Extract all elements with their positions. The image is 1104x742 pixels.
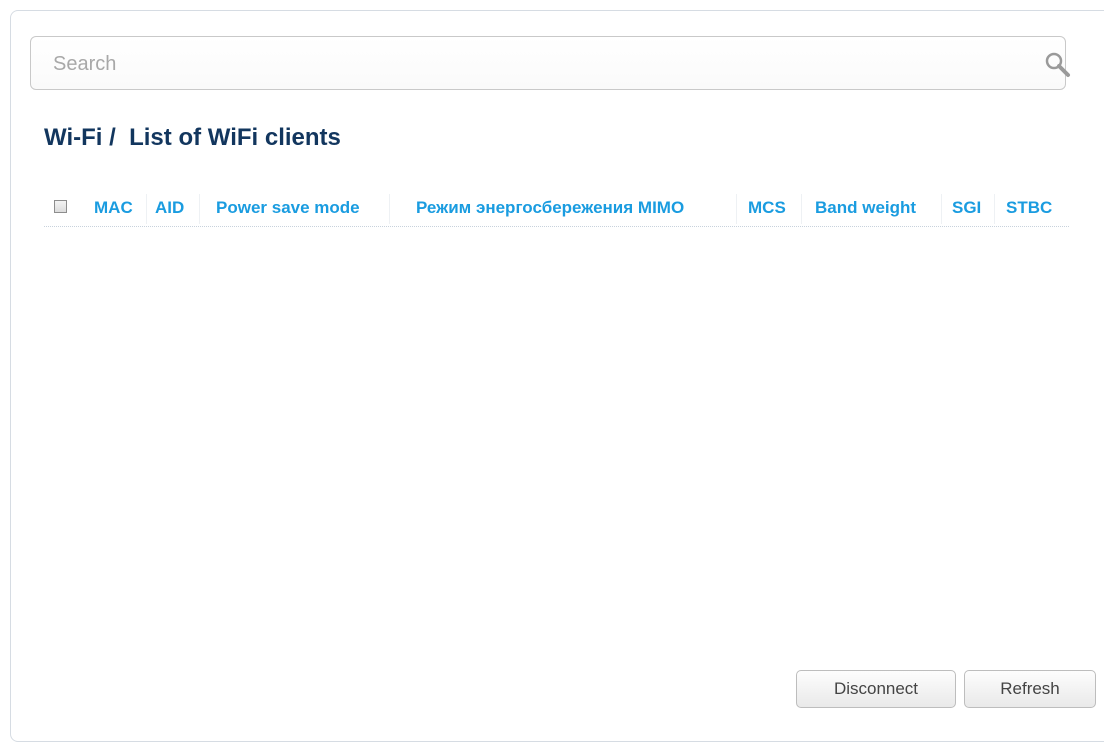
content-panel bbox=[10, 10, 1104, 742]
search-icon[interactable] bbox=[1043, 50, 1073, 80]
column-header-power-save-mode[interactable]: Power save mode bbox=[216, 198, 360, 218]
page-title: Wi-Fi / List of WiFi clients bbox=[44, 124, 341, 151]
column-separator bbox=[941, 194, 942, 224]
search-box[interactable] bbox=[30, 36, 1070, 90]
column-separator bbox=[801, 194, 802, 224]
search-input[interactable] bbox=[53, 49, 1013, 79]
column-header-mac[interactable]: MAC bbox=[94, 198, 133, 218]
column-separator bbox=[736, 194, 737, 224]
column-header-mimo-power-save[interactable]: Режим энергосбережения MIMO bbox=[416, 198, 684, 218]
column-header-sgi[interactable]: SGI bbox=[952, 198, 981, 218]
column-header-band-weight[interactable]: Band weight bbox=[815, 198, 916, 218]
column-separator bbox=[389, 194, 390, 224]
refresh-button[interactable]: Refresh bbox=[964, 670, 1096, 708]
column-separator bbox=[994, 194, 995, 224]
table-header: MAC AID Power save mode Режим энергосбер… bbox=[44, 194, 1069, 227]
column-header-mcs[interactable]: MCS bbox=[748, 198, 786, 218]
column-separator bbox=[199, 194, 200, 224]
column-separator bbox=[146, 194, 147, 224]
disconnect-button[interactable]: Disconnect bbox=[796, 670, 956, 708]
column-header-stbc[interactable]: STBC bbox=[1006, 198, 1052, 218]
column-header-aid[interactable]: AID bbox=[155, 198, 184, 218]
select-all-checkbox[interactable] bbox=[54, 200, 67, 213]
